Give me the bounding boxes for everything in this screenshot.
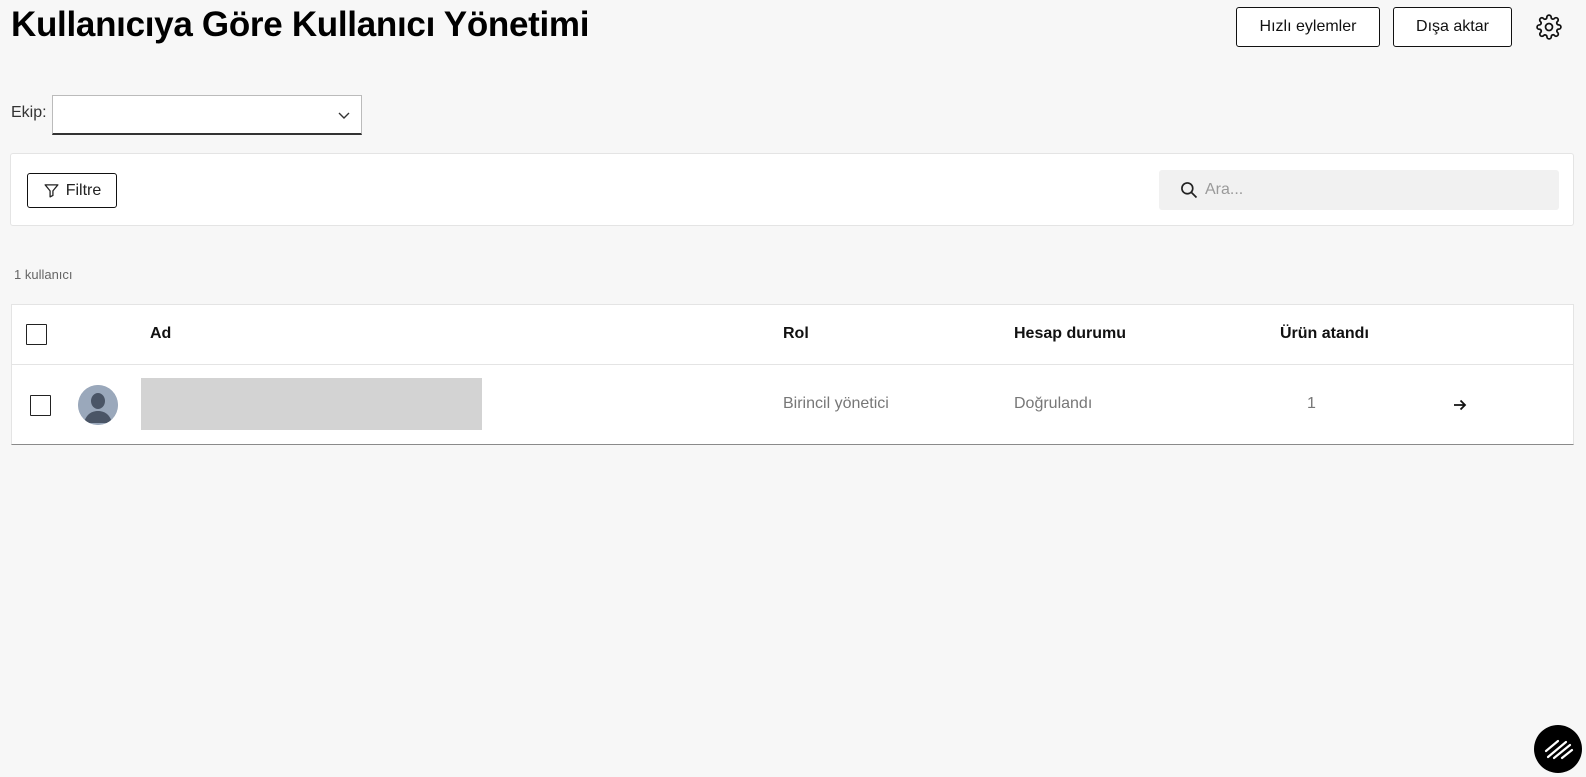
table-header: Ad Rol Hesap durumu Ürün atandı <box>12 305 1573 365</box>
search-icon <box>1181 182 1198 199</box>
users-table: Ad Rol Hesap durumu Ürün atandı Birincil… <box>11 304 1574 445</box>
stripes-logo-icon <box>1544 739 1574 760</box>
column-header-products-assigned[interactable]: Ürün atandı <box>1280 325 1369 343</box>
table-row[interactable]: Birincil yönetici Doğrulandı 1 <box>12 365 1573 445</box>
redacted-name <box>141 378 482 430</box>
search-input[interactable] <box>1205 170 1545 210</box>
column-header-account-status[interactable]: Hesap durumu <box>1014 325 1126 343</box>
cell-account-status: Doğrulandı <box>1014 395 1093 412</box>
team-select[interactable] <box>52 95 362 135</box>
chevron-down-icon <box>338 112 350 119</box>
filter-toolbar: Filtre <box>10 153 1574 226</box>
column-header-name[interactable]: Ad <box>150 325 171 343</box>
team-label: Ekip: <box>11 104 47 121</box>
select-all-checkbox[interactable] <box>26 324 47 345</box>
arrow-right-icon[interactable] <box>1453 398 1467 412</box>
export-button[interactable]: Dışa aktar <box>1393 7 1512 47</box>
quick-actions-button[interactable]: Hızlı eylemler <box>1236 7 1380 47</box>
column-header-role[interactable]: Rol <box>783 325 809 343</box>
filter-button[interactable]: Filtre <box>27 173 117 208</box>
search-box <box>1159 170 1559 210</box>
help-widget-button[interactable] <box>1534 725 1582 773</box>
user-count: 1 kullanıcı <box>14 267 73 282</box>
page-title: Kullanıcıya Göre Kullanıcı Yönetimi <box>11 5 590 44</box>
cell-products-assigned: 1 <box>1307 395 1316 412</box>
row-checkbox[interactable] <box>30 395 51 416</box>
filter-button-label: Filtre <box>65 181 102 199</box>
gear-icon[interactable] <box>1536 14 1562 40</box>
avatar <box>78 385 118 425</box>
cell-role: Birincil yönetici <box>783 395 889 412</box>
funnel-icon <box>44 184 59 198</box>
